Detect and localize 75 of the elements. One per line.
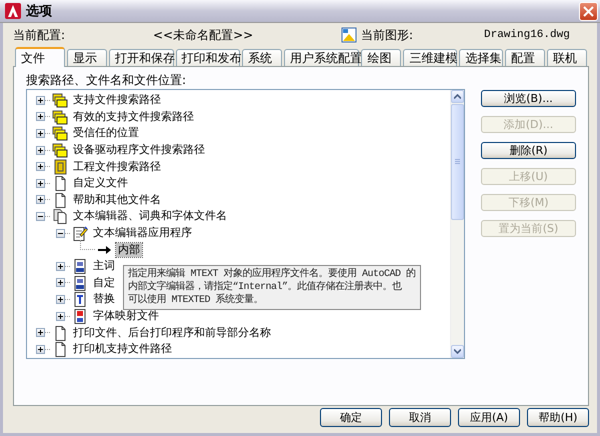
folders-icon	[52, 142, 68, 158]
collapse-icon[interactable]	[36, 212, 45, 221]
dialog-button[interactable]: 取消	[389, 408, 451, 427]
documents-icon	[52, 208, 68, 224]
dialog-button[interactable]: 应用(A)	[458, 408, 520, 427]
tree-item[interactable]: 帮助和其他文件名	[71, 192, 163, 207]
expand-icon[interactable]	[36, 162, 45, 172]
tree-item[interactable]: 打印文件、后台打印程序和前导部分名称	[71, 326, 273, 340]
expand-icon[interactable]	[36, 112, 45, 122]
side-button[interactable]: 浏览(B)...	[481, 90, 576, 107]
tree-item[interactable]: 设备驱动程序文件搜索路径	[71, 143, 207, 158]
dialog-button[interactable]: 确定	[320, 408, 382, 427]
tree-item[interactable]: 文本编辑器、词典和字体文件名	[71, 209, 229, 224]
expand-icon[interactable]	[36, 178, 45, 188]
tab[interactable]: 三维建模	[403, 49, 458, 66]
tree-item[interactable]: 主词	[91, 259, 117, 274]
tree-item[interactable]: 替换	[91, 292, 117, 306]
folders-icon	[52, 108, 68, 125]
app-logo-icon	[5, 3, 21, 19]
drawing-label: 当前图形:	[361, 26, 414, 44]
tree-item[interactable]: 打印机支持文件路径	[71, 342, 174, 356]
dialog-button[interactable]: 帮助(H)	[527, 408, 589, 427]
expand-icon[interactable]	[36, 128, 45, 138]
expand-icon[interactable]	[36, 344, 45, 354]
expand-icon[interactable]	[56, 294, 65, 304]
folders-icon	[52, 125, 68, 142]
tab[interactable]: 用户系统配置	[284, 49, 360, 66]
tab[interactable]: 打印和发布	[176, 49, 240, 66]
expand-icon[interactable]	[36, 96, 45, 105]
section-label: 搜索路径、文件名和文件位置:	[26, 72, 188, 87]
document-icon	[72, 274, 88, 291]
expand-icon[interactable]	[36, 195, 45, 204]
close-icon	[583, 6, 594, 16]
document-icon	[72, 291, 88, 308]
expand-icon[interactable]	[36, 328, 45, 338]
document-icon	[72, 308, 88, 324]
scrollbar[interactable]	[450, 90, 464, 358]
tree-item[interactable]: 文本编辑器应用程序	[91, 226, 194, 240]
scroll-thumb[interactable]	[451, 104, 464, 220]
expand-icon[interactable]	[56, 278, 65, 288]
tab[interactable]: 联机	[547, 49, 587, 66]
tree-item[interactable]: 自定	[91, 276, 117, 290]
tab[interactable]: 系统	[242, 49, 282, 66]
scroll-down-icon[interactable]	[451, 345, 464, 358]
tab[interactable]: 显示	[67, 49, 107, 66]
side-button[interactable]: 删除(R)	[481, 142, 576, 159]
tree-item[interactable]: 受信任的位置	[71, 126, 141, 140]
book-icon	[52, 158, 68, 175]
path-tree[interactable]	[26, 89, 465, 359]
tab[interactable]: 选择集	[459, 49, 503, 66]
tab[interactable]: 绘图	[361, 49, 402, 66]
tooltip: 指定用来编辑 MTEXT 对象的应用程序文件名。要使用 AutoCAD 的 内部文字编辑器，请指定“Internal”。此值存储在注册表中。也 可以使用 MTEXTED 系统变量。	[123, 265, 421, 310]
pencil-document-icon	[72, 225, 88, 242]
profile-name: <<未命名配置>>	[153, 26, 254, 44]
drawing-icon	[341, 27, 357, 43]
expand-icon[interactable]	[56, 312, 65, 321]
drawing-name: Drawing16.dwg	[484, 29, 570, 41]
tree-item[interactable]: 支持文件搜索路径	[71, 93, 163, 108]
tab[interactable]: 打开和保存	[109, 49, 174, 66]
tree-item[interactable]: 内部	[116, 242, 142, 257]
tree-item[interactable]: 工程文件搜索路径	[71, 160, 163, 174]
expand-icon[interactable]	[36, 146, 45, 155]
tab[interactable]: 配置	[505, 49, 545, 66]
expand-icon[interactable]	[56, 262, 65, 271]
scroll-up-icon[interactable]	[451, 90, 464, 103]
tree-item[interactable]: 有效的支持文件搜索路径	[71, 110, 196, 124]
window-title: 选项	[26, 3, 53, 20]
close-button[interactable]	[579, 2, 598, 20]
profile-label: 当前配置:	[13, 26, 66, 44]
tree-item[interactable]: 字体映射文件	[91, 309, 161, 324]
collapse-icon[interactable]	[56, 228, 65, 238]
folders-icon	[52, 92, 68, 108]
tab[interactable]: 文件	[15, 47, 65, 67]
document-icon	[72, 258, 88, 274]
tree-item[interactable]: 自定义文件	[71, 176, 130, 190]
